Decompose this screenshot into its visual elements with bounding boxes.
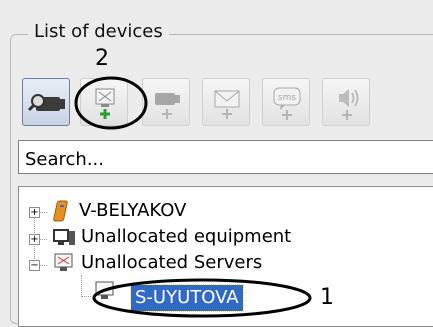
mail-plus-icon [214,90,240,119]
add-mail-button[interactable] [202,78,250,126]
camera-search-button[interactable] [22,78,70,126]
add-speaker-button[interactable] [322,78,370,126]
annotation-circle-2 [74,76,148,130]
annotation-number-2: 2 [95,46,109,71]
camera-plus-icon [155,93,180,119]
tree-item-unallocated-servers[interactable]: Unallocated Servers [81,250,262,276]
tree-item-unallocated-equipment[interactable]: Unallocated equipment [81,224,291,250]
tree-item-v-belyakov[interactable]: V-BELYAKOV [79,198,186,224]
camera-search-icon [27,94,65,112]
server-monitor-icon [54,253,73,271]
tree-collapser[interactable]: − [29,260,40,271]
panel-title: List of devices [28,21,169,42]
server-orange-icon [53,200,68,222]
search-input[interactable] [18,140,433,174]
annotation-circle-1 [92,278,312,318]
speaker-plus-icon [339,89,359,120]
tree-expander[interactable]: + [29,207,40,218]
add-sms-button[interactable]: sms [262,78,310,126]
devices-icon [53,229,75,245]
svg-text:sms: sms [278,93,296,103]
tree-expander[interactable]: + [29,234,40,245]
sms-plus-icon: sms [273,87,301,120]
annotation-number-1: 1 [320,285,334,310]
